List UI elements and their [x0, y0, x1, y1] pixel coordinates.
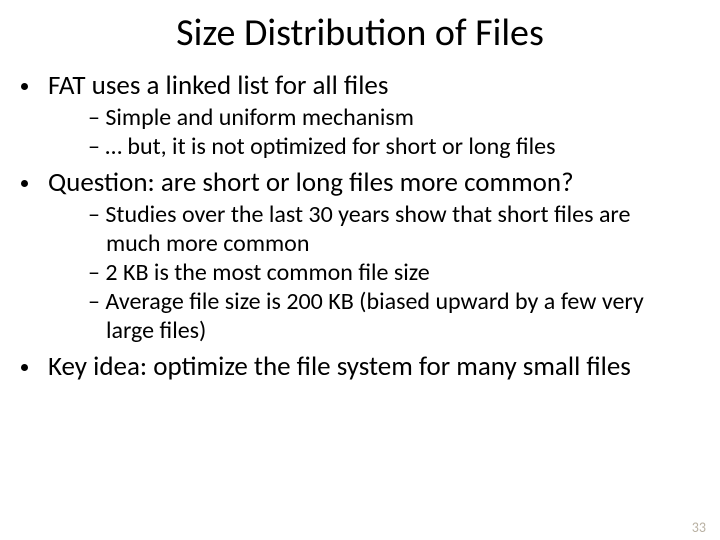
- slide-title: Size Distribution of Files: [0, 10, 720, 56]
- bullet-2b: 2 KB is the most common file size: [88, 259, 684, 287]
- bullet-1-sublist: Simple and uniform mechanism … but, it i…: [74, 104, 684, 162]
- bullet-2: Question: are short or long files more c…: [42, 167, 684, 344]
- bullet-2-sublist: Studies over the last 30 years show that…: [74, 201, 684, 345]
- bullet-1-text: FAT uses a linked list for all files: [48, 69, 388, 102]
- slide: Size Distribution of Files FAT uses a li…: [0, 10, 720, 540]
- bullet-2c: Average file size is 200 KB (biased upwa…: [88, 288, 684, 345]
- bullet-1: FAT uses a linked list for all files Sim…: [42, 70, 684, 161]
- bullet-2a: Studies over the last 30 years show that…: [88, 201, 684, 258]
- bullet-3: Key idea: optimize the file system for m…: [42, 351, 684, 383]
- page-number: 33: [692, 519, 706, 536]
- bullet-3-text: Key idea: optimize the file system for m…: [48, 350, 631, 383]
- bullet-1a: Simple and uniform mechanism: [88, 104, 684, 132]
- bullet-1b: … but, it is not optimized for short or …: [88, 133, 684, 161]
- bullet-list: FAT uses a linked list for all files Sim…: [28, 70, 720, 383]
- bullet-2-text: Question: are short or long files more c…: [48, 166, 574, 199]
